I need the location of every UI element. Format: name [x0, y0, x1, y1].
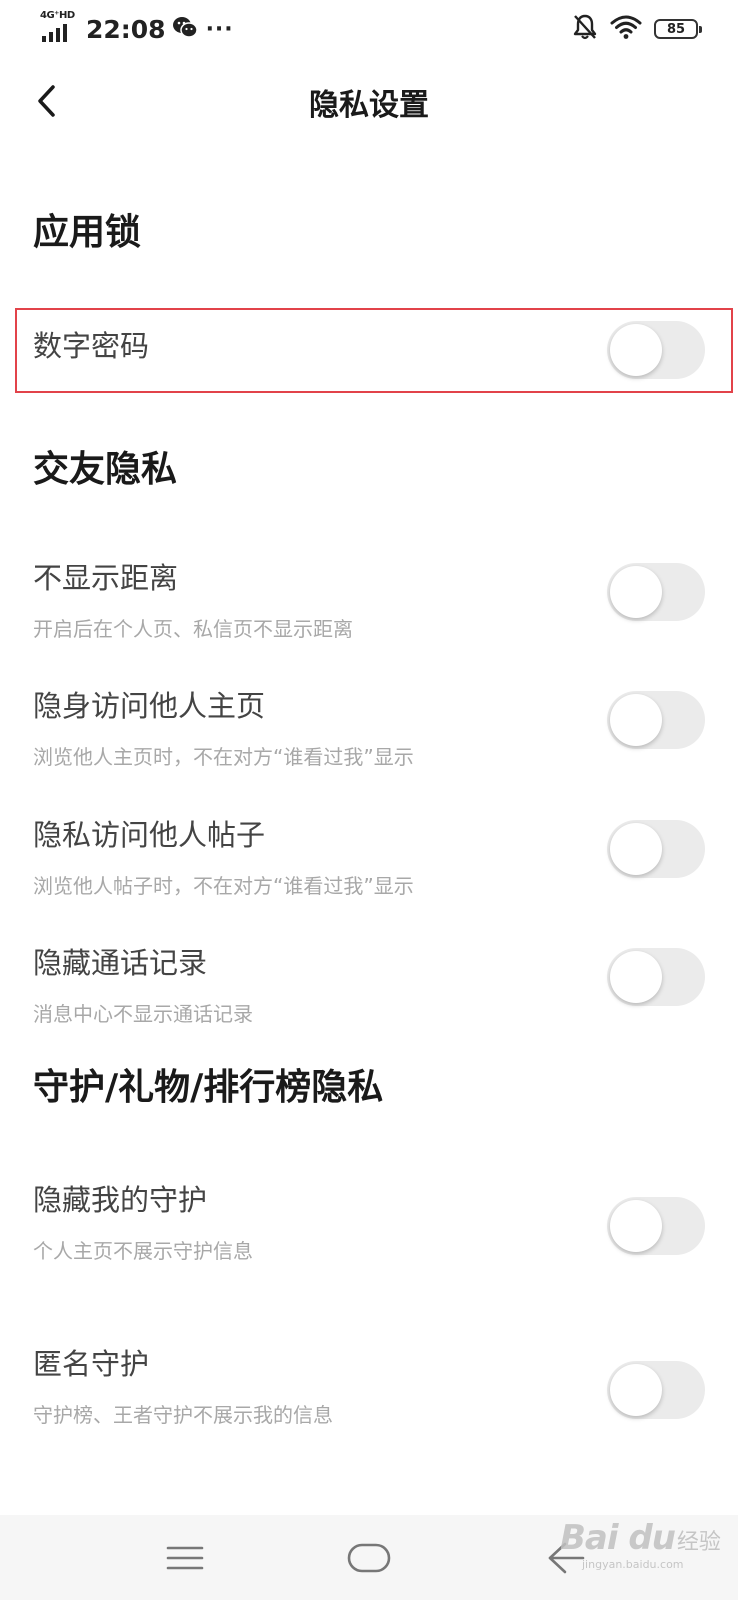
- setting-row-hide-distance: 不显示距离 开启后在个人页、私信页不显示距离: [0, 555, 738, 655]
- system-nav-bar: [0, 1515, 738, 1600]
- toggle-knob: [610, 694, 662, 746]
- setting-title: 不显示距离: [33, 561, 179, 595]
- setting-subtitle: 开启后在个人页、私信页不显示距离: [33, 617, 353, 641]
- setting-title: 匿名守护: [33, 1347, 150, 1381]
- more-notifications-icon: ···: [205, 16, 234, 42]
- home-button[interactable]: [309, 1515, 429, 1600]
- battery-icon: 85: [654, 19, 702, 39]
- setting-row-numeric-password: 数字密码: [0, 310, 738, 390]
- toggle-knob: [610, 823, 662, 875]
- toggle-knob: [610, 1200, 662, 1252]
- setting-row-invisible-visit-profile: 隐身访问他人主页 浏览他人主页时，不在对方“谁看过我”显示: [0, 683, 738, 783]
- toggle-private-visit-posts[interactable]: [607, 820, 705, 878]
- section-title-guard-privacy: 守护/礼物/排行榜隐私: [33, 1067, 384, 1108]
- home-icon: [347, 1543, 391, 1572]
- toggle-anonymous-guard[interactable]: [607, 1361, 705, 1419]
- toggle-invisible-visit-profile[interactable]: [607, 691, 705, 749]
- cellular-signal-icon: 4G⁺HD: [40, 10, 80, 46]
- setting-subtitle: 浏览他人主页时，不在对方“谁看过我”显示: [33, 745, 414, 769]
- setting-subtitle: 浏览他人帖子时，不在对方“谁看过我”显示: [33, 874, 414, 898]
- menu-icon: [166, 1546, 204, 1569]
- section-title-social-privacy: 交友隐私: [33, 449, 178, 490]
- setting-title: 隐藏通话记录: [33, 946, 208, 980]
- setting-title: 隐身访问他人主页: [33, 689, 266, 723]
- setting-row-anonymous-guard: 匿名守护 守护榜、王者守护不展示我的信息: [0, 1341, 738, 1441]
- status-left: 4G⁺HD 22:08 ···: [40, 10, 234, 46]
- setting-title: 隐私访问他人帖子: [33, 818, 266, 852]
- back-arrow-icon: [548, 1542, 585, 1573]
- wechat-icon: [172, 15, 198, 43]
- nav-bar: 隐私设置: [0, 58, 738, 146]
- toggle-hide-call-records[interactable]: [607, 948, 705, 1006]
- status-bar: 4G⁺HD 22:08 ··· 85: [0, 0, 738, 58]
- setting-title: 数字密码: [33, 329, 150, 363]
- toggle-knob: [610, 951, 662, 1003]
- setting-title: 隐藏我的守护: [33, 1183, 208, 1217]
- status-right: 85: [572, 13, 702, 45]
- menu-button[interactable]: [125, 1515, 245, 1600]
- back-nav-button[interactable]: [505, 1515, 625, 1600]
- toggle-knob: [610, 324, 662, 376]
- bell-muted-icon: [572, 13, 598, 45]
- setting-row-private-visit-posts: 隐私访问他人帖子 浏览他人帖子时，不在对方“谁看过我”显示: [0, 812, 738, 912]
- status-time: 22:08: [86, 14, 166, 44]
- setting-row-hide-call-records: 隐藏通话记录 消息中心不显示通话记录: [0, 940, 738, 1040]
- toggle-numeric-password[interactable]: [607, 321, 705, 379]
- toggle-hide-my-guard[interactable]: [607, 1197, 705, 1255]
- toggle-knob: [610, 1364, 662, 1416]
- setting-subtitle: 守护榜、王者守护不展示我的信息: [33, 1403, 333, 1427]
- page-title: 隐私设置: [309, 88, 429, 123]
- toggle-knob: [610, 566, 662, 618]
- network-type: 4G⁺HD: [40, 10, 75, 21]
- setting-subtitle: 个人主页不展示守护信息: [33, 1239, 253, 1263]
- toggle-hide-distance[interactable]: [607, 563, 705, 621]
- wifi-icon: [610, 14, 642, 44]
- section-title-app-lock: 应用锁: [33, 212, 142, 253]
- setting-row-hide-my-guard: 隐藏我的守护 个人主页不展示守护信息: [0, 1177, 738, 1277]
- battery-level: 85: [666, 21, 686, 37]
- setting-subtitle: 消息中心不显示通话记录: [33, 1002, 253, 1026]
